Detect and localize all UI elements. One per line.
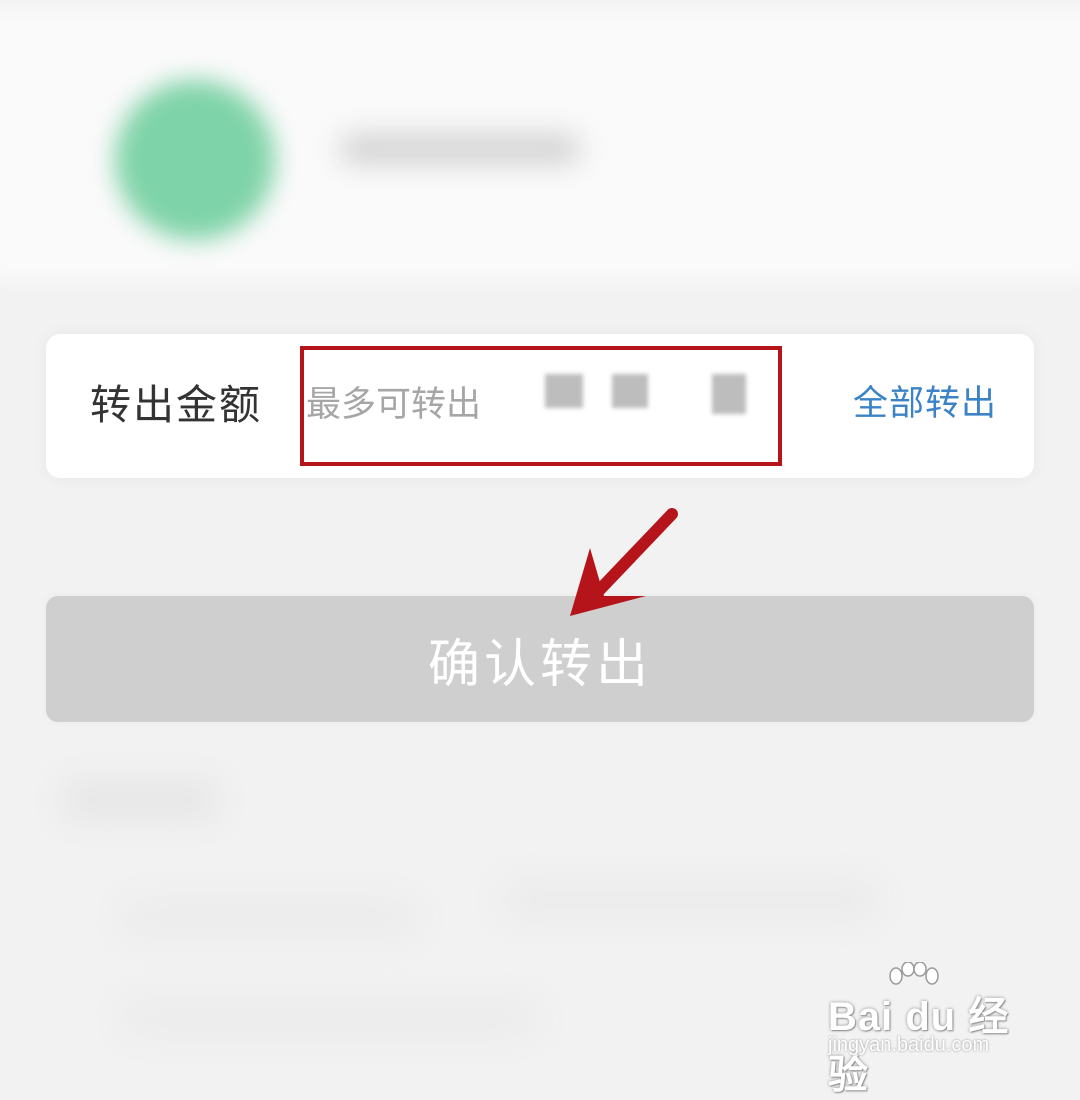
watermark-subtitle: jingyan.baidu.com xyxy=(828,1034,990,1056)
account-name-blurred xyxy=(340,135,580,163)
amount-input[interactable] xyxy=(306,375,776,435)
avatar xyxy=(115,80,275,240)
redaction-mask xyxy=(545,374,583,408)
amount-label: 转出金额 xyxy=(90,381,262,429)
blurred-content xyxy=(120,900,420,936)
redaction-mask xyxy=(612,374,648,408)
redaction-mask xyxy=(712,374,746,414)
confirm-transfer-button[interactable]: 确认转出 xyxy=(46,596,1034,722)
annotation-arrow-icon xyxy=(570,508,678,616)
baidu-jingyan-watermark: Bai du 经验 jingyan.baidu.com xyxy=(828,962,1028,1097)
blurred-content xyxy=(120,1000,540,1036)
transfer-all-link[interactable]: 全部转出 xyxy=(853,380,997,428)
blurred-content xyxy=(60,780,220,820)
blurred-content xyxy=(500,880,880,920)
